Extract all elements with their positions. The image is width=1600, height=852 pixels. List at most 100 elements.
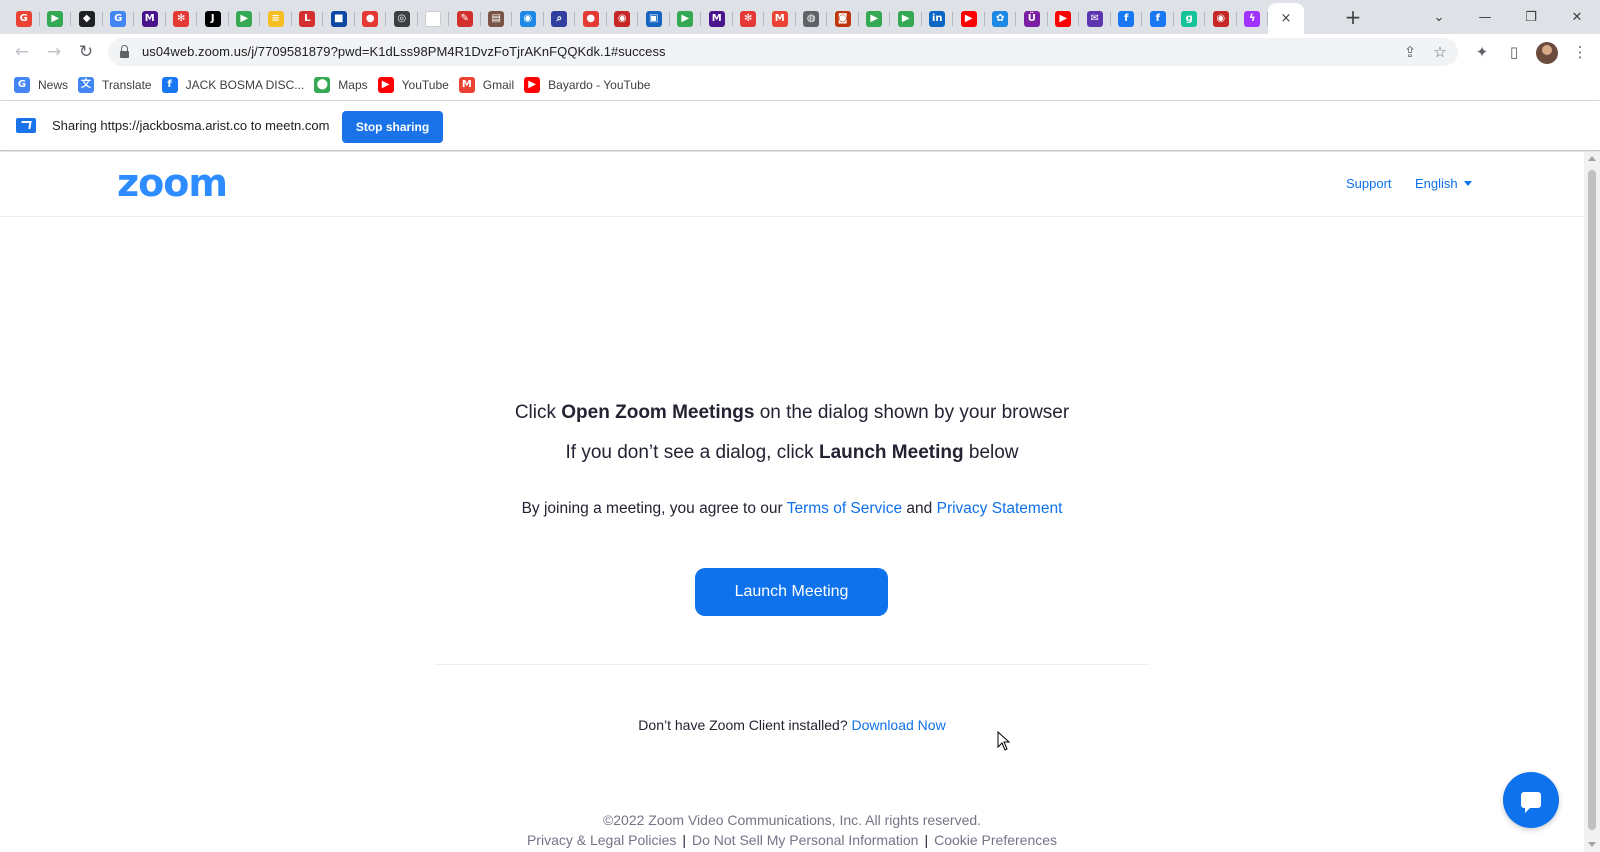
browser-tab[interactable]: g	[1174, 3, 1206, 34]
browser-toolbar: ← → ↻ us04web.zoom.us/j/7709581879?pwd=K…	[0, 34, 1600, 70]
tab-list: G ▶ ◆ G M ✻ J ▶ ≡ L ■ ● ◎ ✎ ▤ ◉ ⌕ ● ◉ ▣ ▶ M ✻ M ◍ ◙ ▶ ▶ in ▶ ✿ Ü ▶ ✉ f f g ◉ ϟ…	[8, 3, 1304, 34]
do-not-sell-link[interactable]: Do Not Sell My Personal Information	[692, 832, 918, 848]
browser-tab[interactable]: ▶	[859, 3, 891, 34]
play-icon: ▶	[677, 10, 694, 27]
side-panel-icon[interactable]: ▯	[1500, 38, 1528, 66]
browser-tab[interactable]: ◎	[386, 3, 418, 34]
browser-tab[interactable]: G	[8, 3, 40, 34]
new-tab-button[interactable]: +	[1342, 5, 1364, 29]
record-icon: ◉	[614, 10, 631, 27]
facebook-icon: f	[161, 77, 178, 93]
forward-button[interactable]: →	[40, 38, 68, 66]
restore-button[interactable]: ❐	[1508, 0, 1554, 34]
bookmark-item[interactable]: f JACK BOSMA DISC...	[160, 73, 313, 97]
browser-tab[interactable]: ●	[575, 3, 607, 34]
browser-tab[interactable]: ✻	[166, 3, 198, 34]
footer-separator: |	[924, 832, 929, 848]
browser-tab[interactable]: L	[292, 3, 324, 34]
browser-tab[interactable]: ■	[323, 3, 355, 34]
browser-tab[interactable]: ≡	[260, 3, 292, 34]
stop-sharing-button[interactable]: Stop sharing	[342, 111, 443, 143]
bookmark-star-icon[interactable]: ☆	[1430, 42, 1450, 62]
page-scrollbar[interactable]	[1584, 152, 1600, 852]
bookmark-item[interactable]: ▶ Bayardo - YouTube	[522, 73, 658, 97]
browser-tab[interactable]: ◉	[512, 3, 544, 34]
browser-tab[interactable]: f	[1111, 3, 1143, 34]
menu-icon[interactable]: ⋮	[1566, 38, 1594, 66]
support-link[interactable]: Support	[1346, 176, 1392, 191]
url-text[interactable]: us04web.zoom.us/j/7709581879?pwd=K1dLss9…	[142, 44, 666, 59]
instruction-1-suffix: on the dialog shown by your browser	[754, 402, 1070, 423]
book-icon: J	[204, 10, 221, 27]
scroll-thumb[interactable]	[1588, 170, 1596, 830]
bookmark-item[interactable]: 文 Translate	[76, 73, 160, 97]
scroll-down-icon[interactable]	[1588, 842, 1596, 847]
bookmark-item[interactable]: M Gmail	[457, 73, 522, 97]
zoom-logo[interactable]: zoom	[117, 164, 228, 202]
terms-of-service-link[interactable]: Terms of Service	[787, 500, 902, 517]
browser-tab[interactable]	[418, 3, 450, 34]
record-icon: ◉	[1212, 10, 1229, 27]
privacy-statement-link[interactable]: Privacy Statement	[937, 500, 1063, 517]
share-icon[interactable]: ⇪	[1400, 42, 1420, 62]
browser-tab[interactable]: in	[922, 3, 954, 34]
browser-tab[interactable]: J	[197, 3, 229, 34]
browser-tab[interactable]: ▶	[40, 3, 72, 34]
browser-tab[interactable]: Ü	[1016, 3, 1048, 34]
chat-button[interactable]	[1503, 772, 1559, 828]
tab-strip: G ▶ ◆ G M ✻ J ▶ ≡ L ■ ● ◎ ✎ ▤ ◉ ⌕ ● ◉ ▣ ▶ M ✻ M ◍ ◙ ▶ ▶ in ▶ ✿ Ü ▶ ✉ f f g ◉ ϟ…	[0, 0, 1600, 34]
browser-tab[interactable]: ϟ	[1237, 3, 1269, 34]
privacy-legal-link[interactable]: Privacy & Legal Policies	[527, 832, 676, 848]
chart-icon: M	[141, 10, 158, 27]
browser-tab[interactable]: ✻	[733, 3, 765, 34]
close-window-button[interactable]: ✕	[1554, 0, 1600, 34]
download-prompt: Don’t have Zoom Client installed? Downlo…	[0, 717, 1584, 733]
back-button[interactable]: ←	[8, 38, 36, 66]
minimize-button[interactable]: —	[1462, 0, 1508, 34]
browser-tab[interactable]: ▶	[953, 3, 985, 34]
facebook-icon: f	[1149, 10, 1166, 27]
zoom-page: zoom Support English Click Open Zoom Mee…	[0, 152, 1584, 852]
browser-tab[interactable]: M	[701, 3, 733, 34]
cookie-preferences-link[interactable]: Cookie Preferences	[934, 832, 1057, 848]
browser-tab[interactable]: ✎	[449, 3, 481, 34]
address-bar[interactable]: us04web.zoom.us/j/7709581879?pwd=K1dLss9…	[108, 38, 1458, 66]
browser-tab[interactable]: M	[134, 3, 166, 34]
extensions-icon[interactable]: ✦	[1468, 38, 1496, 66]
browser-tab[interactable]: ◙	[827, 3, 859, 34]
browser-tab[interactable]: M	[764, 3, 796, 34]
bookmark-item[interactable]: ⬤ Maps	[312, 73, 375, 97]
browser-tab[interactable]: ▣	[638, 3, 670, 34]
browser-tab[interactable]: ◍	[796, 3, 828, 34]
browser-tab[interactable]: ▤	[481, 3, 513, 34]
lock-icon[interactable]	[120, 45, 129, 58]
bookmark-label: Maps	[338, 78, 368, 92]
browser-tab[interactable]: ✉	[1079, 3, 1111, 34]
close-tab-icon[interactable]: ×	[1281, 11, 1292, 26]
chat-icon	[1521, 792, 1541, 813]
browser-tab[interactable]: ▶	[1048, 3, 1080, 34]
youtube-icon: ▶	[960, 10, 977, 27]
profile-avatar[interactable]	[1536, 42, 1558, 64]
doc-icon: ≡	[267, 10, 284, 27]
bookmark-item[interactable]: G News	[12, 73, 76, 97]
browser-tab[interactable]: f	[1142, 3, 1174, 34]
browser-tab[interactable]: ●	[355, 3, 387, 34]
browser-tab[interactable]: ▶	[890, 3, 922, 34]
download-now-link[interactable]: Download Now	[852, 717, 946, 733]
browser-tab[interactable]: ⌕	[544, 3, 576, 34]
browser-tab[interactable]: ▶	[670, 3, 702, 34]
browser-tab[interactable]: ◉	[1205, 3, 1237, 34]
browser-tab[interactable]: G	[103, 3, 135, 34]
browser-tab[interactable]: ▶	[229, 3, 261, 34]
bookmark-item[interactable]: ▶ YouTube	[376, 73, 457, 97]
launch-meeting-button[interactable]: Launch Meeting	[695, 568, 888, 616]
scroll-up-icon[interactable]	[1588, 156, 1596, 161]
reload-button[interactable]: ↻	[72, 38, 100, 66]
browser-tab[interactable]: ◆	[71, 3, 103, 34]
browser-tab[interactable]: ✿	[985, 3, 1017, 34]
language-dropdown[interactable]: English	[1415, 176, 1472, 191]
tab-search-icon[interactable]: ⌄	[1416, 0, 1462, 34]
active-tab[interactable]: ×	[1268, 3, 1304, 34]
browser-tab[interactable]: ◉	[607, 3, 639, 34]
